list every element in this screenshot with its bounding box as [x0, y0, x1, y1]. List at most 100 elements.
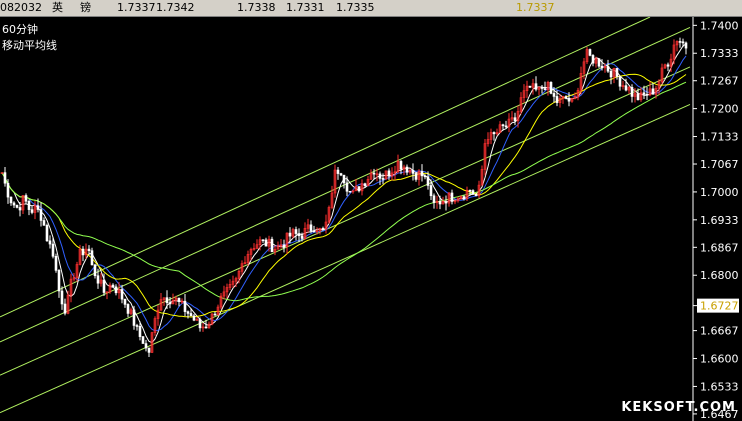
candle-body — [213, 313, 217, 316]
candle-body — [381, 178, 385, 180]
candle-body — [288, 232, 292, 237]
price-chart: 1.7400 1.7333 1.7267 1.7200 1.7133 1.7067 1.70… — [0, 17, 739, 421]
candle-body — [591, 55, 595, 64]
moving-averages — [1, 43, 687, 344]
candle-body — [321, 228, 325, 230]
candle-body — [39, 209, 43, 221]
candle-body — [51, 243, 55, 257]
candle-body — [204, 326, 208, 329]
candle-body — [144, 343, 148, 349]
candle-body — [45, 224, 49, 242]
candle-body — [168, 302, 172, 305]
candle-body — [423, 175, 427, 178]
candle-body — [363, 183, 367, 186]
candle-body — [138, 325, 142, 337]
candle-body — [54, 256, 58, 271]
price-axis: 1.7400 1.7333 1.7267 1.7200 1.7133 1.7067 1.70… — [692, 17, 739, 421]
candle-body — [411, 170, 415, 174]
candle-body — [27, 200, 31, 210]
candle-body — [372, 172, 376, 175]
quote-price-2: 1.7342 — [156, 1, 195, 14]
tick-label: 1.7000 — [700, 186, 739, 199]
candle-body — [636, 93, 640, 101]
candle-body — [438, 201, 442, 205]
candle-body — [3, 172, 7, 184]
candle-body — [651, 88, 655, 95]
candle-body — [147, 347, 151, 353]
candle-body — [90, 250, 94, 266]
candle-body — [450, 192, 454, 202]
candle-body — [42, 220, 46, 226]
candle-body — [135, 325, 139, 327]
candle-body — [474, 194, 478, 196]
candle-body — [294, 229, 298, 234]
candle-body — [504, 125, 508, 128]
legend-period: 60分钟 — [2, 23, 38, 36]
quote-price-5: 1.7335 — [336, 1, 375, 14]
candle-body — [432, 195, 436, 203]
candle-body — [177, 297, 181, 302]
candle-body — [270, 238, 274, 253]
candle-body — [534, 83, 538, 90]
tick-label: 1.6800 — [700, 269, 739, 282]
candle-body — [123, 298, 127, 305]
candle-body — [15, 204, 19, 208]
candle-body — [618, 76, 622, 87]
candle-body — [165, 297, 169, 303]
current-price-label: 1.6727 — [700, 300, 739, 313]
channel-line — [0, 104, 691, 414]
legend-indicator: 移动平均线 — [2, 39, 57, 52]
candle-body — [606, 66, 610, 72]
candle-body — [336, 169, 340, 174]
candle-body — [12, 202, 16, 206]
candle-body — [312, 230, 316, 233]
candle-body — [132, 309, 136, 326]
candle-body — [345, 182, 349, 192]
candle-body — [567, 97, 571, 102]
candle-body — [48, 240, 52, 245]
candle-body — [57, 270, 61, 292]
ma-5-line — [1, 43, 687, 344]
candle-body — [462, 196, 466, 199]
candle-body — [501, 124, 505, 127]
candle-body — [378, 173, 382, 179]
candle-body — [96, 275, 100, 284]
candle-body — [357, 186, 361, 192]
candle-body — [120, 289, 124, 300]
candle-body — [609, 70, 613, 78]
watermark: KEKSOFT.COM — [621, 400, 736, 415]
tick-label: 1.6600 — [700, 353, 739, 366]
quote-price-1: 1.7337 — [117, 1, 156, 14]
candle-body — [87, 248, 91, 251]
tick-label: 1.6533 — [700, 380, 739, 393]
candle-body — [189, 313, 193, 317]
candle-body — [399, 161, 403, 170]
candle-body — [183, 300, 187, 312]
candle-body — [81, 248, 85, 256]
candle-body — [348, 190, 352, 193]
candle-body — [630, 87, 634, 97]
candle-body — [18, 207, 22, 211]
candle-body — [414, 173, 418, 180]
candle-body — [6, 182, 10, 198]
candle-body — [420, 171, 424, 177]
candle-body — [642, 92, 646, 95]
candle-body — [192, 315, 196, 321]
candle-body — [405, 166, 409, 173]
candle-body — [300, 235, 304, 239]
candle-body — [681, 41, 685, 44]
candle-body — [387, 170, 391, 177]
candle-body — [615, 68, 619, 77]
quote-name-2: 镑 — [80, 1, 91, 14]
tick-label: 1.7067 — [700, 158, 739, 171]
candle-body — [597, 58, 601, 67]
candle-body — [264, 239, 268, 247]
quote-price-4: 1.7331 — [286, 1, 325, 14]
candle-body — [342, 174, 346, 184]
candle-body — [549, 81, 553, 94]
candle-body — [60, 290, 64, 305]
tick-label: 1.6867 — [700, 241, 739, 254]
tick-label: 1.7133 — [700, 131, 739, 144]
candle-body — [552, 93, 556, 97]
tick-label: 1.7333 — [700, 47, 739, 60]
